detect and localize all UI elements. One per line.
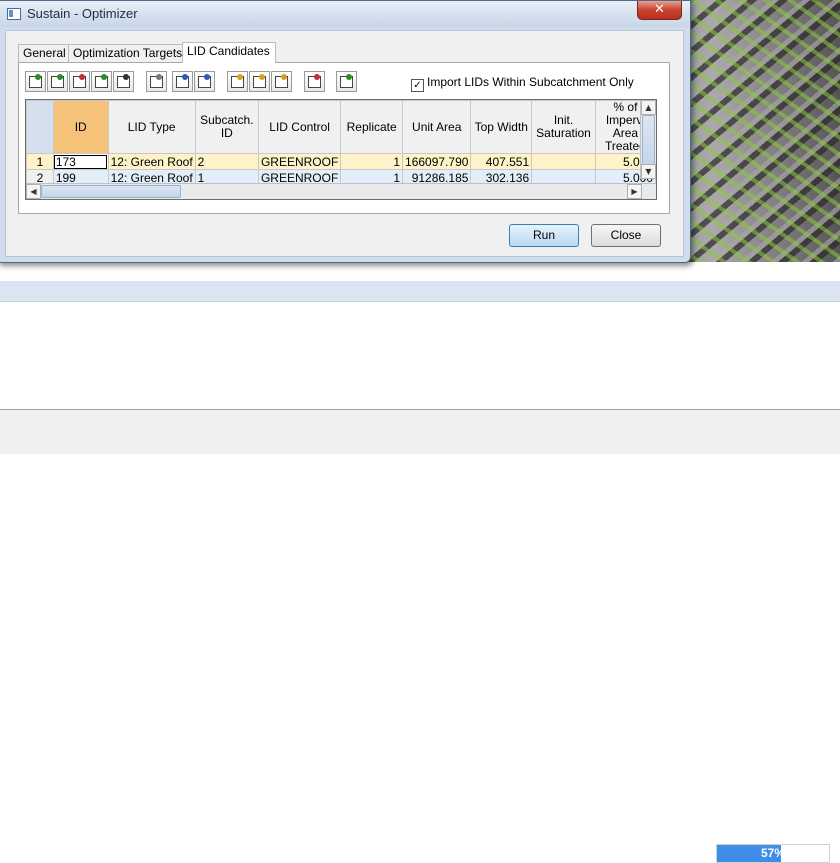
tab-optimization-targets[interactable]: Optimization Targets [68, 44, 187, 62]
col-header-unit-area[interactable]: Unit Area [402, 100, 472, 154]
cell-lid-control[interactable]: GREENROOF [257, 153, 342, 170]
import-lids-option[interactable]: ✓ Import LIDs Within Subcatchment Only [411, 75, 634, 92]
import-lids-checkbox[interactable]: ✓ [411, 79, 424, 92]
scroll-down-icon[interactable]: ▼ [641, 164, 656, 179]
vertical-scroll-thumb[interactable] [642, 115, 655, 165]
import-lid-icon-accent [237, 74, 243, 80]
insert-row-button[interactable] [47, 71, 68, 92]
import-lid-sort-button[interactable] [271, 71, 292, 92]
edit-row-button[interactable] [91, 71, 112, 92]
map-icon-accent [346, 74, 352, 80]
import-lid-multi-icon-accent [259, 74, 265, 80]
import-lids-label: Import LIDs Within Subcatchment Only [427, 75, 634, 89]
import-lid-multi-button[interactable] [249, 71, 270, 92]
col-header-id[interactable]: ID [52, 100, 109, 154]
scroll-up-icon[interactable]: ▲ [641, 100, 656, 115]
import-down-icon-accent [182, 74, 188, 80]
col-header-top-width[interactable]: Top Width [470, 100, 533, 154]
import-filter-button[interactable] [194, 71, 215, 92]
window-close-button[interactable]: ✕ [637, 1, 682, 20]
app-icon [7, 8, 21, 20]
cell-top-width[interactable]: 407.551 [470, 153, 533, 170]
tab-general[interactable]: General [18, 44, 70, 62]
progress-bar: 57% [716, 844, 830, 863]
horizontal-scroll-thumb[interactable] [41, 185, 181, 198]
scroll-left-icon[interactable]: ◀ [26, 184, 41, 199]
cell-replicate[interactable]: 1 [340, 153, 404, 170]
col-header-lid-control[interactable]: LID Control [257, 100, 342, 154]
scroll-right-icon[interactable]: ▶ [627, 184, 642, 199]
delete-row-button[interactable] [69, 71, 90, 92]
cell-id[interactable]: 173 [52, 153, 109, 170]
col-header-replicate[interactable]: Replicate [340, 100, 404, 154]
lid-candidates-panel: ✓ Import LIDs Within Subcatchment Only ID… [18, 62, 670, 214]
lid-grid[interactable]: ID LID Type Subcatch. ID LID Control Rep… [25, 99, 657, 200]
col-header-subcatch-id[interactable]: Subcatch. ID [194, 100, 259, 154]
save-icon-accent [123, 74, 129, 80]
dialog-client: General Optimization Targets LID Candida… [5, 30, 684, 257]
header-band [0, 281, 840, 302]
row-header[interactable]: 1 [26, 153, 54, 170]
grid-header-row: ID LID Type Subcatch. ID LID Control Rep… [26, 100, 656, 154]
horizontal-scrollbar[interactable]: ◀ ▶ [26, 183, 656, 199]
delete-row-icon-accent [79, 74, 85, 80]
close-button[interactable]: Close [591, 224, 661, 247]
progress-text: 57% [760, 846, 786, 860]
import-down-button[interactable] [172, 71, 193, 92]
optimizer-window: Sustain - Optimizer ✕ General Optimizati… [0, 0, 691, 263]
col-header-init-saturation[interactable]: Init. Saturation [531, 100, 596, 154]
edit-row-icon-accent [101, 74, 107, 80]
tab-lid-candidates[interactable]: LID Candidates [182, 42, 276, 63]
col-header-lid-type[interactable]: LID Type [107, 100, 196, 154]
cell-subcatch[interactable]: 2 [194, 153, 259, 170]
grid-corner[interactable] [26, 100, 54, 154]
import-lid-sort-icon-accent [281, 74, 287, 80]
find-icon-accent [156, 74, 162, 80]
status-bar: 57% [0, 409, 840, 863]
cell-init-saturation[interactable] [531, 153, 596, 170]
map-button[interactable] [336, 71, 357, 92]
cell-unit-area[interactable]: 166097.790 [402, 153, 472, 170]
insert-row-icon-accent [57, 74, 63, 80]
add-row-button[interactable] [25, 71, 46, 92]
cell-lid-type[interactable]: 12: Green Roof [107, 153, 196, 170]
title-bar[interactable]: Sustain - Optimizer ✕ [0, 1, 690, 27]
import-lid-button[interactable] [227, 71, 248, 92]
add-row-icon-accent [35, 74, 41, 80]
run-button[interactable]: Run [509, 224, 579, 247]
table-row[interactable]: 1 173 12: Green Roof 2 GREENROOF 1 16609… [26, 153, 656, 170]
save-button[interactable] [113, 71, 134, 92]
find-button[interactable] [146, 71, 167, 92]
vertical-scrollbar[interactable]: ▲ ▼ [640, 100, 656, 179]
import-filter-icon-accent [204, 74, 210, 80]
export-red-button[interactable] [304, 71, 325, 92]
export-red-icon-accent [314, 74, 320, 80]
window-title: Sustain - Optimizer [27, 6, 138, 21]
